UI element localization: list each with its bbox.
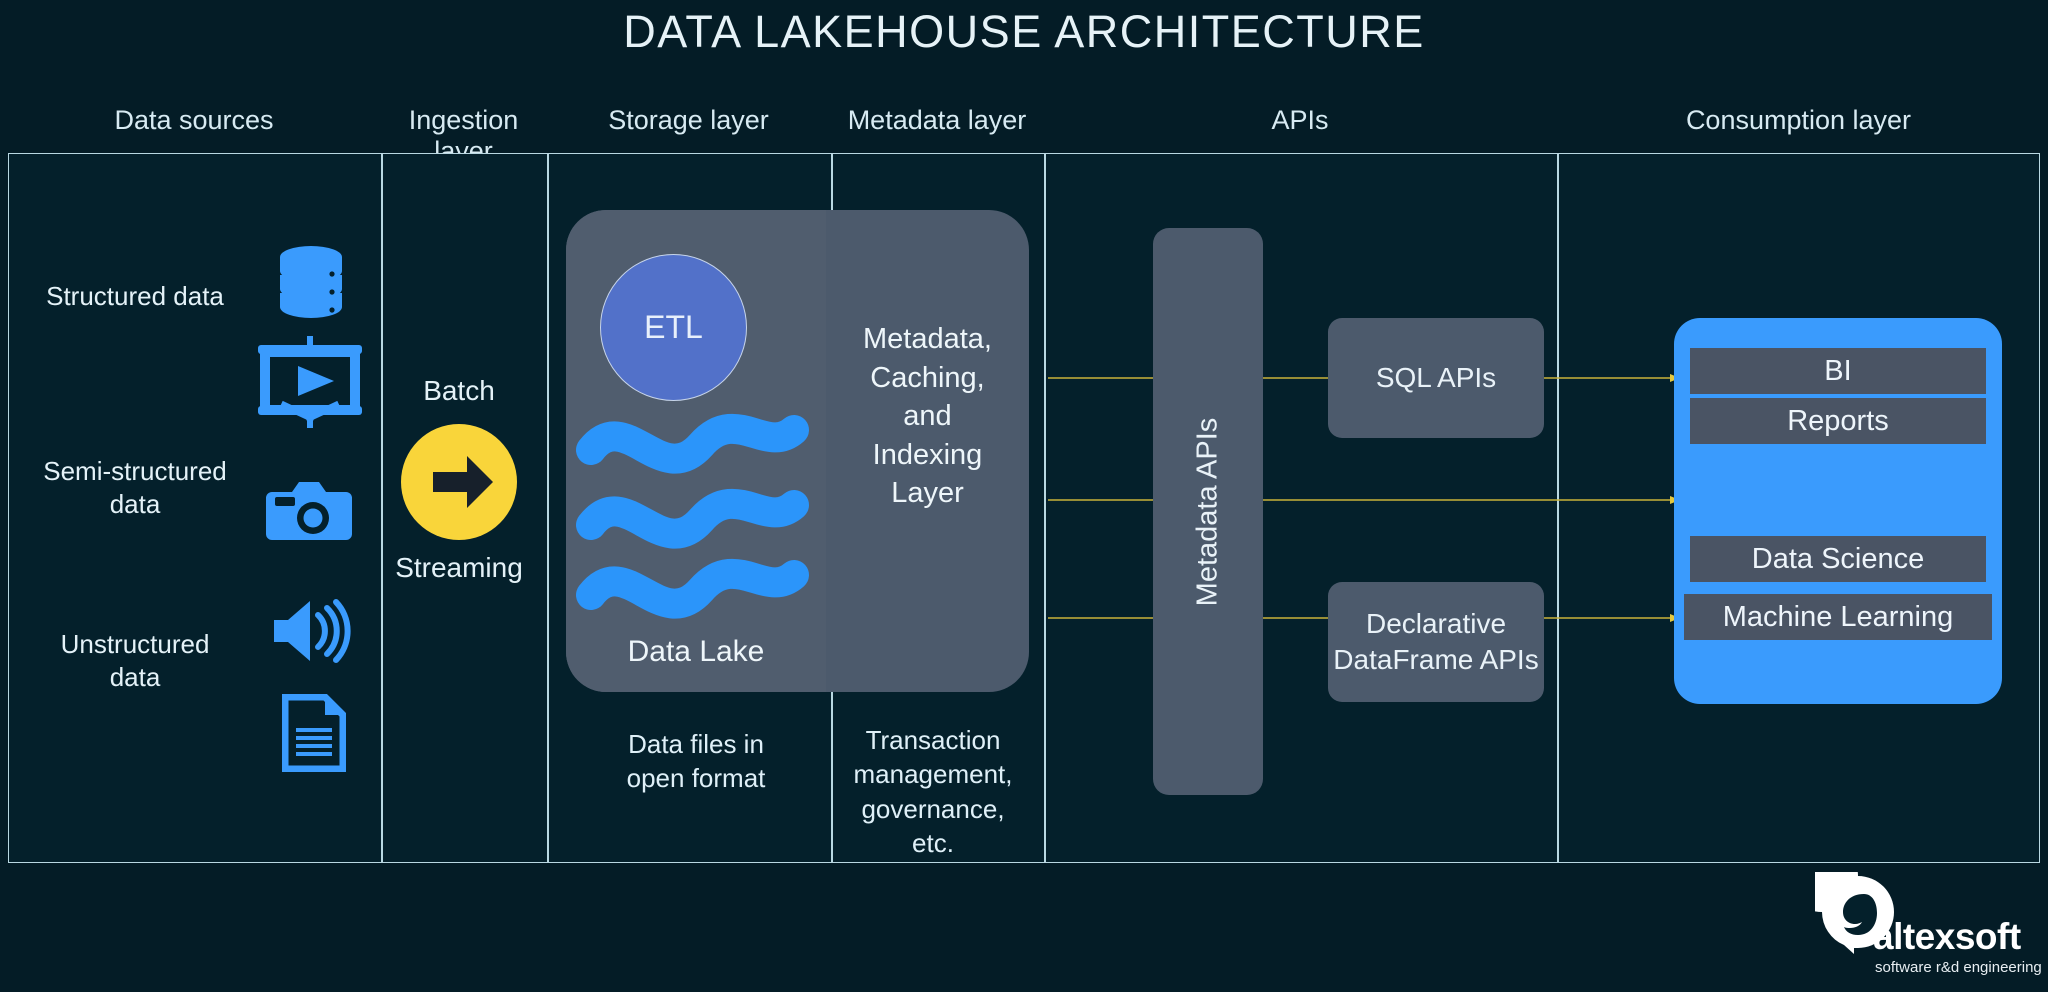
metadata-panel-text: Metadata, Caching, and Indexing Layer	[863, 323, 992, 510]
ingestion-arrow-badge	[401, 424, 517, 540]
consumption-panel: BI Reports Data Science Machine Learning	[1674, 318, 2002, 704]
divider-ingestion-storage	[547, 154, 549, 862]
page-title: DATA LAKEHOUSE ARCHITECTURE	[623, 6, 1425, 57]
database-icon	[276, 244, 346, 328]
video-screen-icon	[254, 336, 366, 436]
source-label-semi-structured: Semi-structured data	[43, 456, 227, 519]
data-lake-label: Data Lake	[627, 635, 765, 668]
camera-icon	[266, 476, 352, 550]
consumption-item-data-science[interactable]: Data Science	[1690, 536, 1986, 582]
consumption-item-bi-label: BI	[1824, 354, 1852, 387]
column-header-data-sources: Data sources	[114, 105, 274, 135]
etl-badge: ETL	[600, 254, 747, 401]
column-header-consumption: Consumption layer	[1685, 105, 1912, 135]
consumption-item-data-science-label: Data Science	[1751, 542, 1925, 575]
consumption-item-reports-label: Reports	[1787, 404, 1889, 437]
speaker-icon	[272, 598, 352, 668]
consumption-item-reports[interactable]: Reports	[1690, 398, 1986, 444]
consumption-item-machine-learning-label: Machine Learning	[1722, 600, 1954, 633]
metadata-caption: Transaction management, governance, etc.	[853, 725, 1013, 858]
divider-apis-consumption	[1557, 154, 1559, 862]
column-header-storage: Storage layer	[608, 105, 769, 135]
column-header-apis: APIs	[1271, 105, 1329, 135]
consumption-item-bi[interactable]: BI	[1690, 348, 1986, 394]
sql-apis-label: SQL APIs	[1375, 361, 1497, 393]
consumption-item-machine-learning[interactable]: Machine Learning	[1684, 594, 1992, 640]
logo-wordmark: altexsoft	[1873, 916, 2021, 957]
declarative-dataframe-apis-box[interactable]: Declarative DataFrame APIs	[1328, 582, 1544, 702]
metadata-apis-box[interactable]: Metadata APIs	[1153, 228, 1263, 795]
metadata-apis-label: Metadata APIs	[1191, 417, 1224, 606]
storage-caption: Data files in open format	[626, 729, 766, 794]
sql-apis-box[interactable]: SQL APIs	[1328, 318, 1544, 438]
ingestion-batch-label: Batch	[423, 375, 495, 406]
declarative-dataframe-apis-label: Declarative DataFrame APIs	[1333, 607, 1539, 675]
source-label-unstructured: Unstructured data	[60, 629, 210, 692]
divider-sources-ingestion	[381, 154, 383, 862]
ingestion-streaming-label: Streaming	[395, 552, 523, 583]
arrow-right-icon	[433, 456, 493, 508]
etl-label: ETL	[644, 309, 703, 345]
water-waves-icon	[566, 395, 826, 625]
divider-metadata-apis	[1044, 154, 1046, 862]
column-header-metadata: Metadata layer	[847, 105, 1027, 135]
source-label-structured: Structured data	[46, 281, 224, 311]
document-icon	[281, 693, 347, 776]
logo-tagline: software r&d engineering	[1875, 959, 2042, 976]
